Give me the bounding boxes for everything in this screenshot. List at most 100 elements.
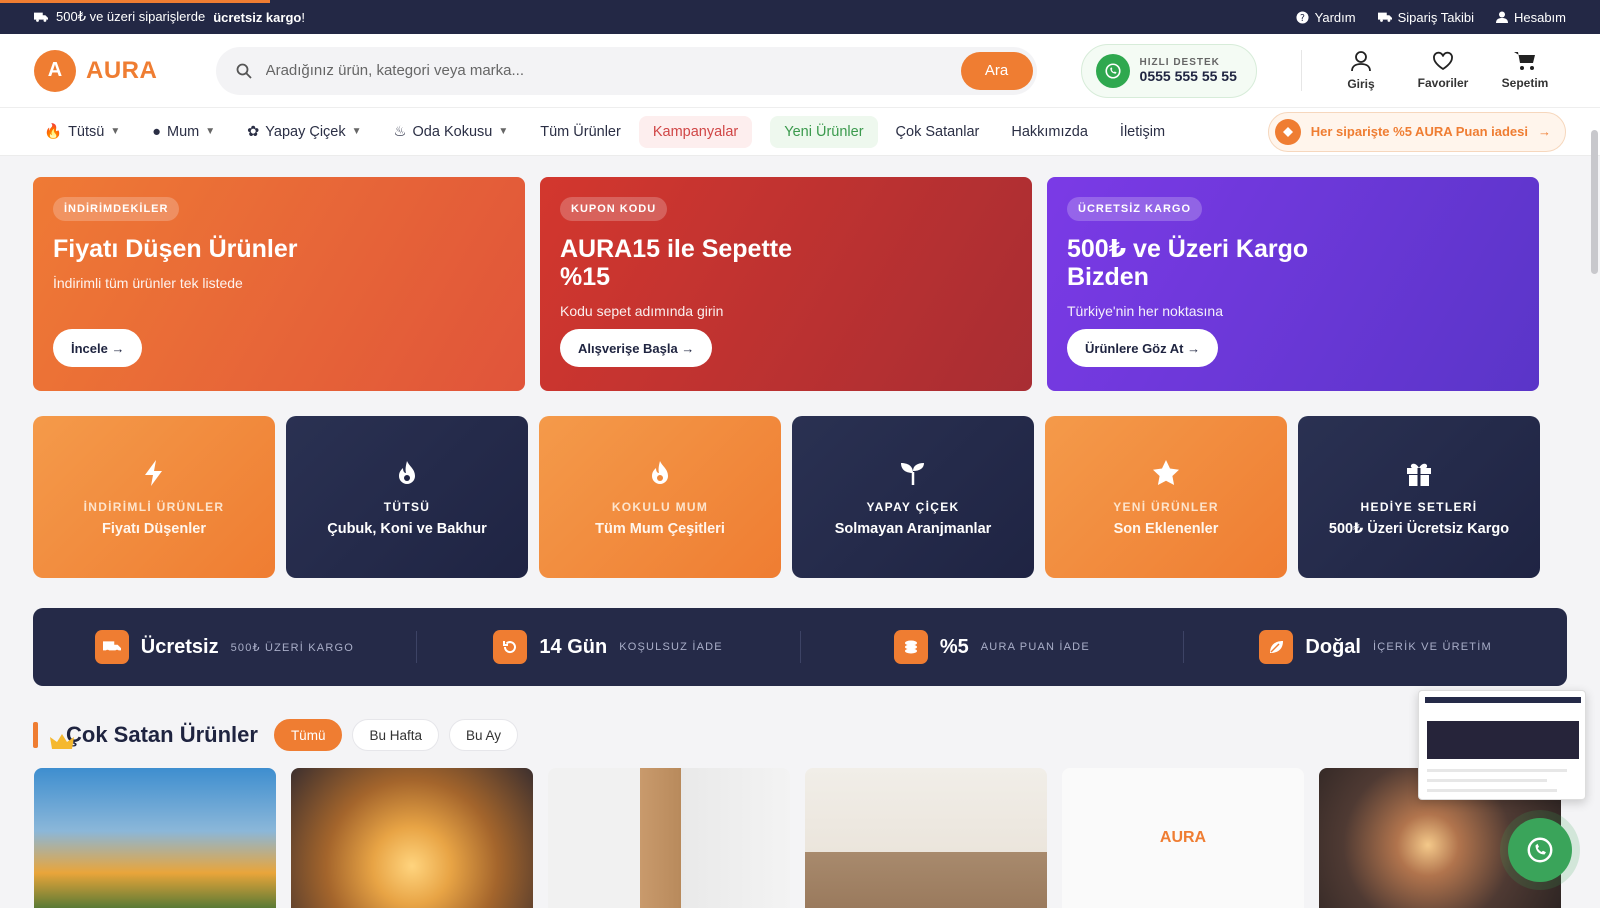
category-title: YAPAY ÇİÇEK [866, 499, 960, 514]
scrollbar-thumb[interactable] [1591, 130, 1598, 274]
main-nav: 🔥 Tütsü ▼ ● Mum ▼ ✿ Yapay Çiçek ▼ ♨ Oda Kok… [0, 108, 1600, 156]
nav-yapay-cicek[interactable]: ✿ Yapay Çiçek ▼ [247, 124, 361, 140]
promo-card-discounts[interactable]: İNDİRİMDEKİLER Fiyatı Düşen Ürünler İndi… [33, 177, 525, 391]
category-subtitle: Solmayan Aranjmanlar [834, 520, 992, 537]
feature-small: AURA PUAN İADE [980, 641, 1090, 653]
product-card-flowers[interactable] [34, 768, 276, 908]
nav-yapay-cicek-label: Yapay Çiçek [265, 123, 346, 140]
promo-button-label: Ürünlere Göz At [1085, 340, 1184, 356]
lightning-icon [145, 459, 162, 486]
points-text: Her siparişte %5 AURA Puan iadesi [1310, 124, 1528, 139]
category-gift-sets[interactable]: HEDİYE SETLERİ 500₺ Üzeri Ücretsiz Kargo [1298, 416, 1540, 578]
svg-text:?: ? [1300, 12, 1305, 23]
promo-desc: Türkiye'nin her noktasına [1067, 303, 1223, 319]
tag-icon [1274, 118, 1301, 145]
help-link[interactable]: ? Yardım [1296, 10, 1356, 25]
free-shipping-notice: 500₺ ve üzeri siparişlerde ücretsiz kargo… [34, 9, 305, 25]
promo-button-browse[interactable]: Ürünlere Göz At → [1067, 329, 1219, 367]
whatsapp-floating-button[interactable] [1508, 818, 1572, 882]
nav-oda-kokusu-label: Oda Kokusu [412, 123, 493, 140]
nav-tum-urunler[interactable]: Tüm Ürünler [540, 124, 621, 140]
product-card-placeholder[interactable]: AURA [1062, 768, 1304, 908]
category-tutsu[interactable]: TÜTSÜ Çubuk, Koni ve Bakhur [286, 416, 528, 578]
login-button[interactable]: Giriş [1320, 50, 1402, 91]
product-card-living-room[interactable] [805, 768, 1047, 908]
points-banner[interactable]: Her siparişte %5 AURA Puan iadesi → [1267, 111, 1566, 152]
nav-iletisim[interactable]: İletişim [1120, 124, 1165, 140]
category-candle[interactable]: KOKULU MUM Tüm Mum Çeşitleri [539, 416, 781, 578]
search-input[interactable] [265, 62, 961, 79]
flame-icon [652, 460, 668, 484]
nav-tutsu[interactable]: 🔥 Tütsü ▼ [44, 123, 120, 141]
tab-this-week[interactable]: Bu Hafta [352, 719, 439, 751]
category-title: YENİ ÜRÜNLER [1113, 499, 1219, 514]
promo-button-label: Alışverişe Başla [578, 340, 678, 356]
leaf-icon [1259, 630, 1294, 664]
search-bar: Ara [215, 46, 1037, 95]
category-subtitle: Çubuk, Koni ve Bakhur [327, 520, 487, 537]
category-title: İNDİRİMLİ ÜRÜNLER [83, 499, 225, 514]
category-flower[interactable]: YAPAY ÇİÇEK Solmayan Aranjmanlar [792, 416, 1034, 578]
preview-line [1427, 789, 1557, 792]
bestsellers-title: Çok Satan Ürünler [66, 722, 258, 747]
favorites-button[interactable]: Favoriler [1402, 51, 1484, 90]
login-label: Giriş [1347, 77, 1375, 91]
feature-natural: Doğal İÇERİK VE ÜRETİM [1184, 630, 1567, 664]
announcement-bar: 500₺ ve üzeri siparişlerde ücretsiz kargo… [0, 0, 1600, 34]
product-list: AURA [0, 751, 1600, 908]
promo-card-coupon[interactable]: KUPON KODU AURA15 ile Sepette %15 Kodu s… [540, 177, 1032, 391]
product-card-sunset[interactable] [291, 768, 533, 908]
whatsapp-icon [1527, 837, 1553, 863]
nav-yeni-urunler[interactable]: Yeni Ürünler [770, 115, 878, 148]
quick-support[interactable]: HIZLI DESTEK 0555 555 55 55 [1080, 43, 1258, 98]
sprout-icon: ✿ [247, 123, 260, 140]
nav-tutsu-label: Tütsü [68, 123, 105, 140]
cart-label: Sepetim [1501, 76, 1549, 90]
search-button[interactable]: Ara [960, 51, 1033, 90]
account-link[interactable]: Hesabım [1495, 10, 1566, 25]
promo-card-free-shipping[interactable]: ÜCRETSİZ KARGO 500₺ ve Üzeri Kargo Bizde… [1047, 177, 1539, 391]
loading-progress [0, 0, 270, 3]
product-card-kitchen[interactable] [548, 768, 790, 908]
cart-icon [1514, 52, 1536, 70]
feature-small: KOŞULSUZ İADE [619, 641, 723, 653]
preview-hero [1427, 721, 1579, 759]
preview-line [1427, 769, 1567, 772]
logo[interactable]: A AURA [34, 49, 179, 92]
shipping-suffix: ! [301, 9, 305, 25]
category-title: KOKULU MUM [611, 499, 709, 514]
cart-button[interactable]: Sepetim [1484, 51, 1566, 90]
chevron-down-icon: ▼ [351, 126, 362, 137]
feature-big: %5 [939, 635, 969, 658]
tab-this-month[interactable]: Bu Ay [448, 719, 519, 751]
category-discounted[interactable]: İNDİRİMLİ ÜRÜNLER Fiyatı Düşenler [33, 416, 275, 578]
promo-button-incele[interactable]: İncele → [53, 329, 143, 367]
drop-icon: ● [152, 123, 161, 140]
crown-icon [50, 734, 74, 749]
nav-kampanyalar[interactable]: Kampanyalar [638, 115, 753, 148]
promo-badge: ÜCRETSİZ KARGO [1067, 197, 1202, 221]
category-subtitle: 500₺ Üzeri Ücretsiz Kargo [1328, 520, 1510, 537]
question-icon: ? [1296, 10, 1309, 23]
tracking-label: Sipariş Takibi [1397, 9, 1474, 25]
category-subtitle: Son Eklenenler [1113, 520, 1219, 537]
promo-banners: İNDİRİMDEKİLER Fiyatı Düşen Ürünler İndi… [0, 156, 1600, 391]
sprout-icon [901, 462, 924, 485]
nav-hakkimizda[interactable]: Hakkımızda [1011, 124, 1088, 140]
flame-icon: 🔥 [44, 124, 63, 140]
promo-button-shop[interactable]: Alışverişe Başla → [560, 329, 713, 367]
tab-all[interactable]: Tümü [273, 719, 343, 751]
arrow-right-icon: → [111, 340, 125, 356]
category-new[interactable]: YENİ ÜRÜNLER Son Eklenenler [1045, 416, 1287, 578]
order-tracking-link[interactable]: Sipariş Takibi [1377, 9, 1474, 25]
chevron-down-icon: ▼ [205, 126, 216, 137]
feature-big: Ücretsiz [140, 635, 219, 658]
coins-icon [893, 630, 928, 664]
page-preview-thumbnail[interactable] [1418, 690, 1586, 800]
nav-cok-satanlar[interactable]: Çok Satanlar [896, 124, 980, 140]
support-number: 0555 555 55 55 [1139, 68, 1237, 84]
category-subtitle: Fiyatı Düşenler [102, 520, 206, 537]
category-subtitle: Tüm Mum Çeşitleri [595, 520, 725, 537]
nav-mum[interactable]: ● Mum ▼ [152, 124, 215, 140]
nav-oda-kokusu[interactable]: ♨ Oda Kokusu ▼ [394, 124, 509, 140]
